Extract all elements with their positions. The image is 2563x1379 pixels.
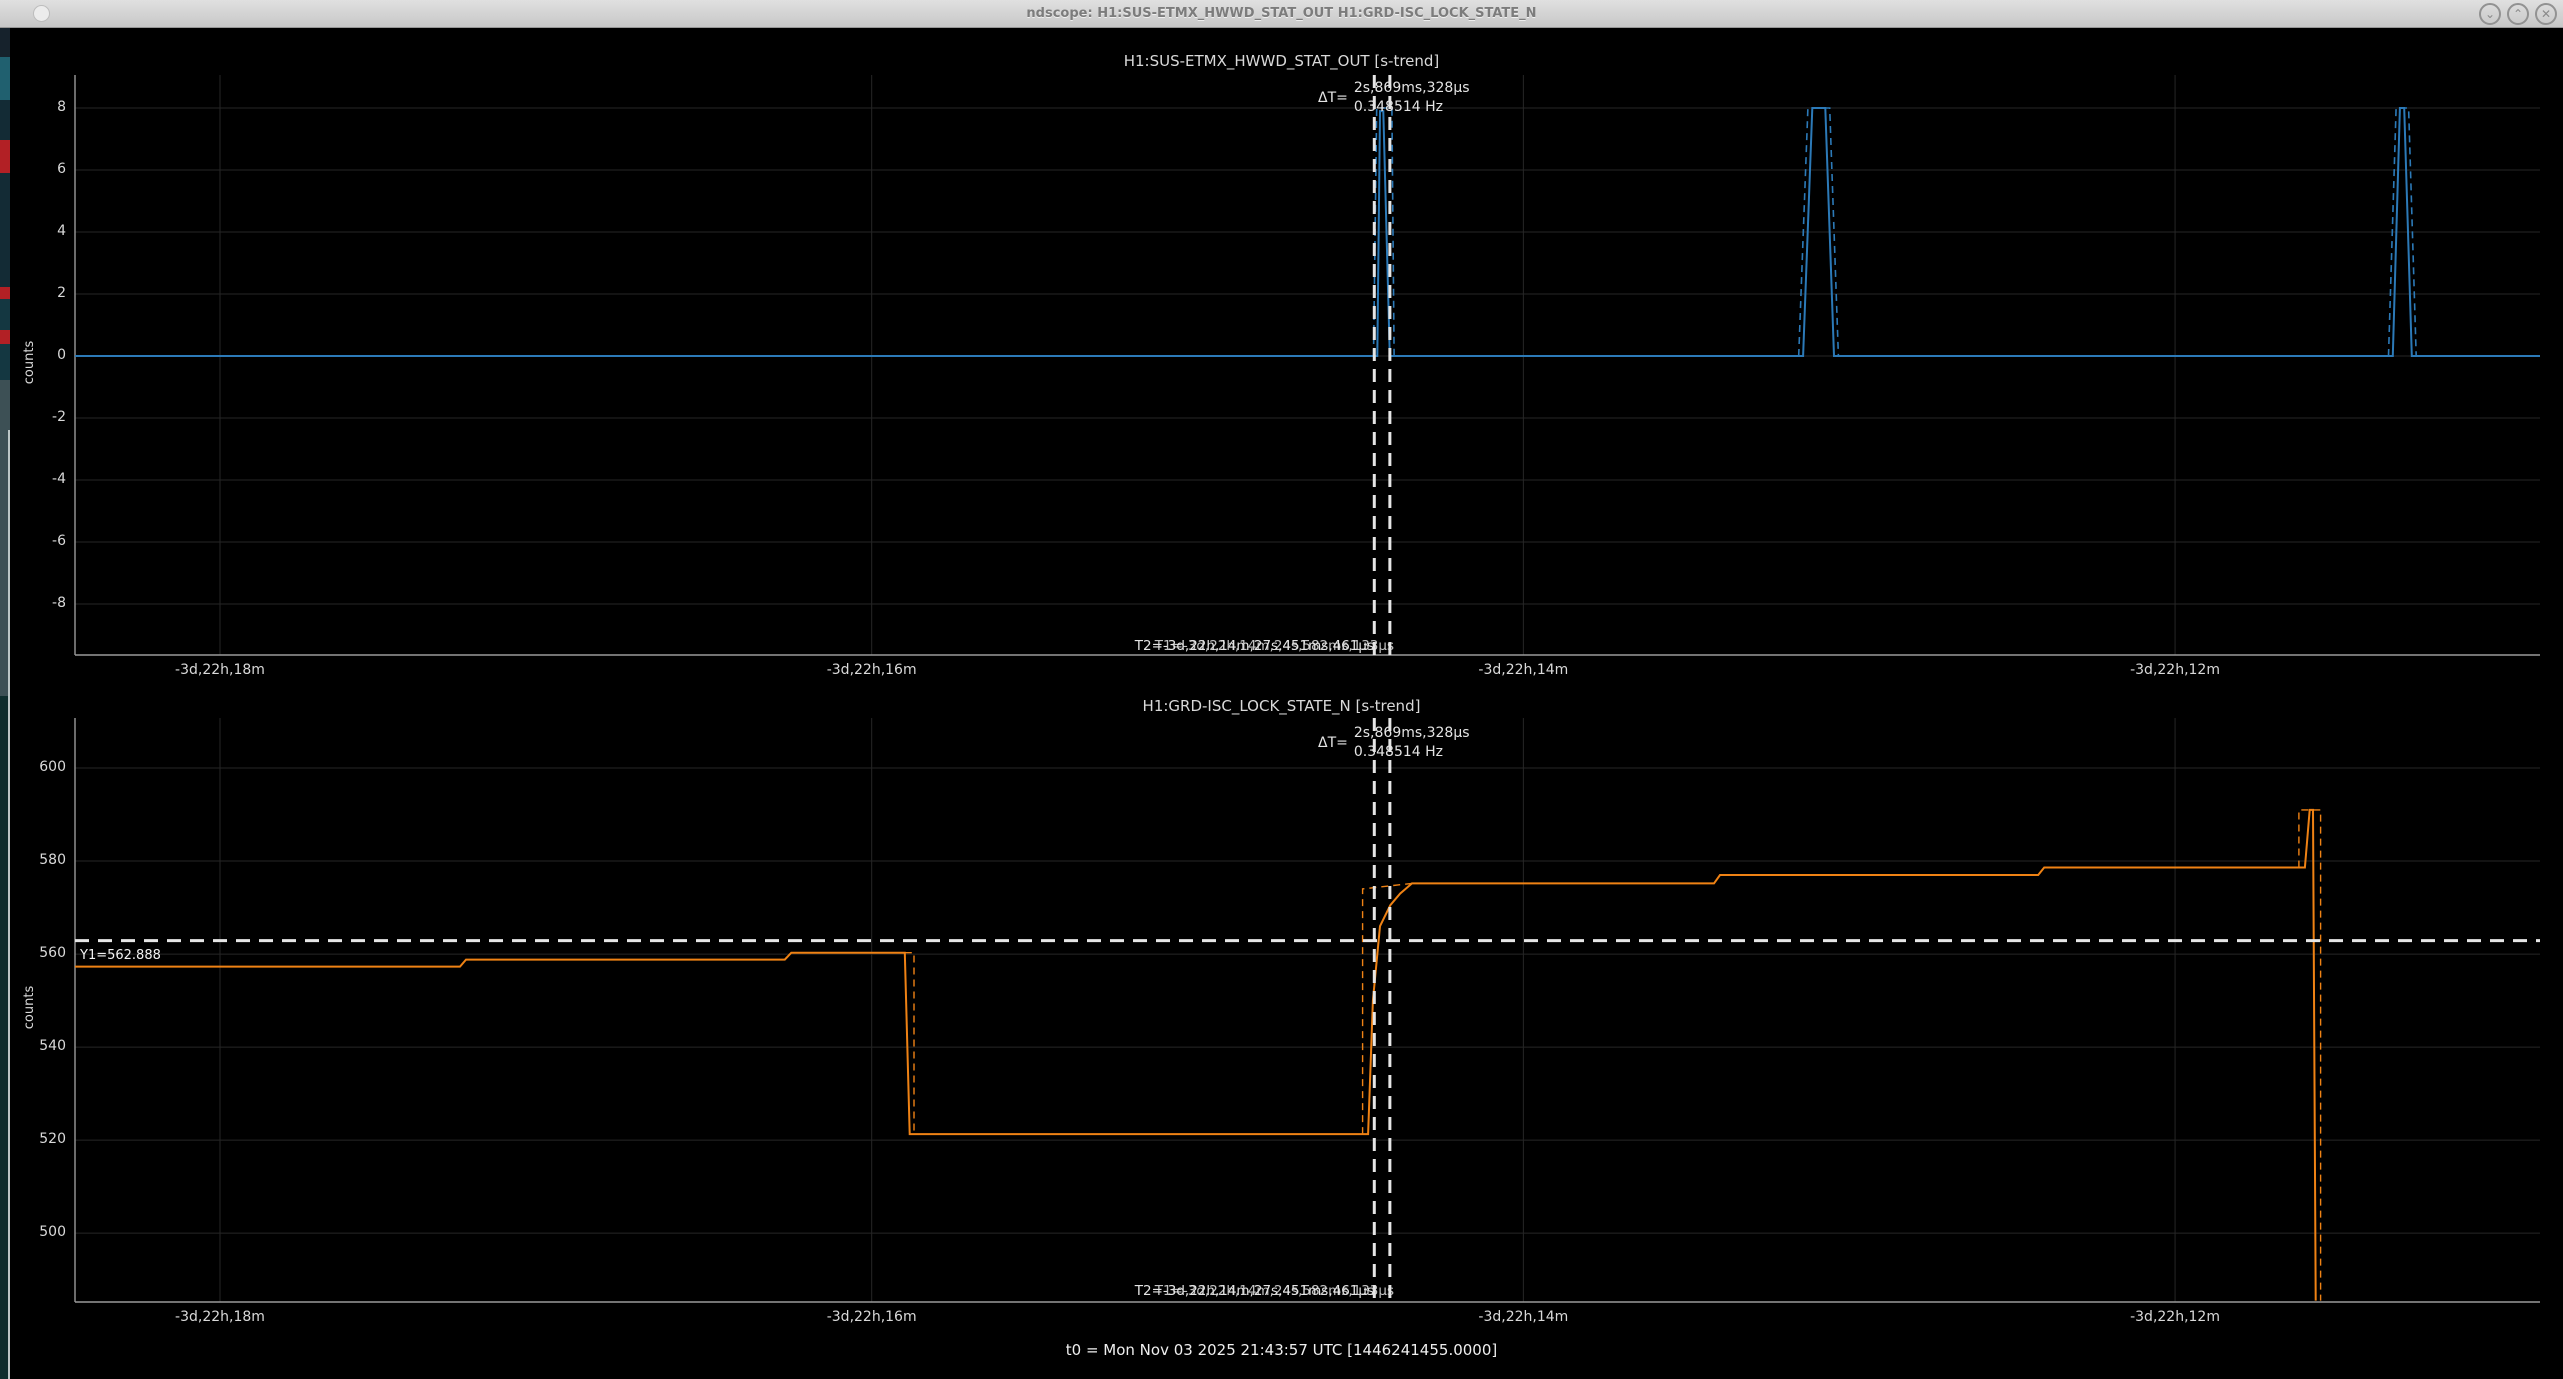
y-tick-label: 0 [14, 347, 66, 363]
plot2-delta-t-readout: ΔT= 2s,869ms,328μs 0.348514 Hz [1318, 725, 1470, 760]
y-tick-label: -4 [14, 471, 66, 487]
y-tick-label: 580 [14, 852, 66, 868]
t2-cursor-label: T2=-3d,22h,14m,27s,451ms,461μs [1135, 1283, 1374, 1299]
y-tick-label: 520 [14, 1131, 66, 1147]
x-tick-label: -3d,22h,14m [1443, 662, 1603, 678]
t2-cursor-label: T2=-3d,22h,14m,27s,451ms,461μs [1135, 638, 1374, 654]
y-tick-label: -6 [14, 533, 66, 549]
y1-cursor-label: Y1=562.888 [80, 948, 161, 963]
y-tick-label: 560 [14, 945, 66, 961]
x-tick-label: -3d,22h,12m [2095, 1309, 2255, 1325]
y-tick-label: -2 [14, 409, 66, 425]
plot1-cursor-time-labels: T1=-3d,22h,14m,24s,582ms,133μs T2=-3d,22… [1135, 638, 1374, 654]
delta-t-prefix: ΔT= [1318, 90, 1348, 106]
delta-t-time: 2s,869ms,328μs [1354, 725, 1470, 741]
plot2-y-axis-label: counts [22, 986, 37, 1029]
y-tick-label: 540 [14, 1038, 66, 1054]
y-tick-label: 500 [14, 1224, 66, 1240]
delta-t-freq: 0.348514 Hz [1354, 744, 1470, 760]
ndscope-window: ndscope: H1:SUS-ETMX_HWWD_STAT_OUT H1:GR… [0, 0, 2563, 1379]
y-tick-label: -8 [14, 595, 66, 611]
delta-t-time: 2s,869ms,328μs [1354, 80, 1470, 96]
x-tick-label: -3d,22h,18m [140, 662, 300, 678]
delta-t-freq: 0.348514 Hz [1354, 99, 1470, 115]
plot1-delta-t-readout: ΔT= 2s,869ms,328μs 0.348514 Hz [1318, 80, 1470, 115]
plot-canvas[interactable] [0, 0, 2563, 1379]
trace-mean [75, 810, 2316, 1301]
x-tick-label: -3d,22h,12m [2095, 662, 2255, 678]
delta-t-prefix: ΔT= [1318, 735, 1348, 751]
plot1-title: H1:SUS-ETMX_HWWD_STAT_OUT [s-trend] [0, 52, 2563, 70]
y-tick-label: 2 [14, 285, 66, 301]
x-tick-label: -3d,22h,16m [792, 662, 952, 678]
trace-min-max-envelope [2299, 810, 2321, 1301]
y-tick-label: 600 [14, 759, 66, 775]
x-tick-label: -3d,22h,14m [1443, 1309, 1603, 1325]
t0-footer: t0 = Mon Nov 03 2025 21:43:57 UTC [14462… [0, 1341, 2563, 1359]
y-tick-label: 8 [14, 99, 66, 115]
x-tick-label: -3d,22h,18m [140, 1309, 300, 1325]
plot2-cursor-time-labels: T1=-3d,22h,14m,24s,582ms,133μs T2=-3d,22… [1135, 1283, 1374, 1299]
x-tick-label: -3d,22h,16m [792, 1309, 952, 1325]
y-tick-label: 4 [14, 223, 66, 239]
plot2-title: H1:GRD-ISC_LOCK_STATE_N [s-trend] [0, 697, 2563, 715]
y-tick-label: 6 [14, 161, 66, 177]
